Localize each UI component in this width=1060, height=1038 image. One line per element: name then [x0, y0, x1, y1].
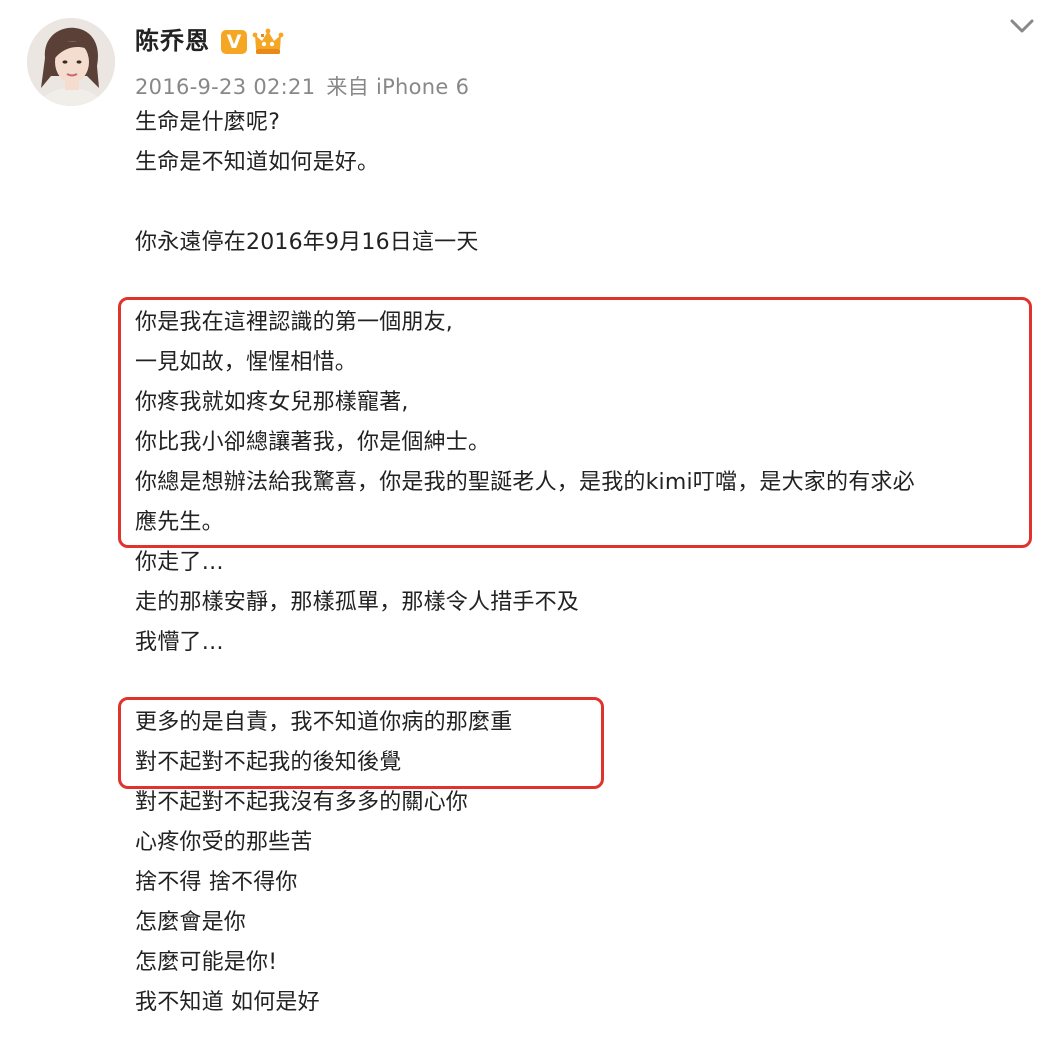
post-line: 心疼你受的那些苦: [135, 830, 313, 855]
post-line: 怎麼會是你: [135, 910, 247, 935]
post-line: 捨不得 捨不得你: [135, 870, 298, 895]
member-crown-icon[interactable]: [252, 27, 284, 57]
highlight-box-friendship: [118, 297, 1032, 548]
avatar[interactable]: [27, 18, 115, 106]
post-line: 我不知道 如何是好: [135, 990, 320, 1015]
post-line: 對不起對不起我沒有多多的關心你: [135, 790, 469, 815]
chevron-down-icon[interactable]: [1006, 14, 1038, 40]
source-prefix: 来自: [326, 75, 369, 99]
post-line: 走的那樣安靜，那樣孤單，那樣令人措手不及: [135, 590, 580, 615]
post-line: 你永遠停在2016年9月16日這一天: [135, 230, 479, 255]
post-line: 你走了…: [135, 550, 224, 575]
post-line: 怎麼可能是你!: [135, 950, 278, 975]
verified-v-icon[interactable]: V: [221, 30, 247, 54]
post-timestamp[interactable]: 2016-9-23 02:21: [135, 75, 315, 99]
post-line: 我懵了…: [135, 630, 224, 655]
post-source[interactable]: iPhone 6: [376, 75, 469, 99]
highlight-box-regret: [118, 697, 604, 789]
post-line: 生命是不知道如何是好。: [135, 150, 380, 175]
author-name[interactable]: 陈乔恩: [135, 24, 210, 58]
post-line: 生命是什麼呢?: [135, 110, 281, 135]
weibo-post: 陈乔恩 V 2016-9-23 02:21 来自 iPhone 6 生命是什麼呢…: [0, 0, 1060, 1038]
post-meta: 2016-9-23 02:21 来自 iPhone 6: [135, 72, 469, 102]
